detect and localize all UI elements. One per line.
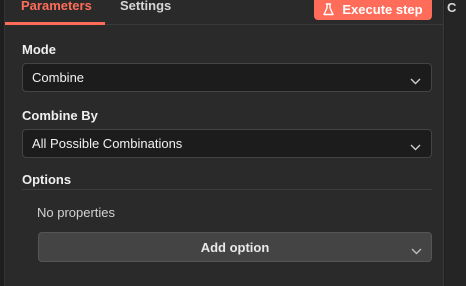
mode-select-value: Combine: [32, 70, 85, 85]
combine-by-select[interactable]: All Possible Combinations: [22, 129, 432, 158]
chevron-down-icon: [410, 73, 421, 88]
tab-settings[interactable]: Settings: [120, 0, 171, 13]
chevron-down-icon: [411, 243, 422, 258]
mode-select[interactable]: Combine: [22, 63, 432, 92]
tab-bar: Parameters Settings Execute step: [5, 0, 443, 25]
add-option-label: Add option: [200, 239, 270, 255]
options-divider: [22, 189, 432, 190]
active-tab-indicator: [5, 22, 105, 25]
combine-by-select-value: All Possible Combinations: [32, 136, 183, 151]
execute-step-label: Execute step: [342, 1, 423, 17]
mode-label: Mode: [22, 42, 56, 57]
parameters-panel: Parameters Settings Execute step Mode Co…: [4, 0, 444, 286]
no-properties-text: No properties: [37, 205, 116, 220]
add-option-button[interactable]: Add option: [38, 232, 432, 262]
adjacent-panel-edge: C: [445, 0, 466, 286]
combine-by-label: Combine By: [22, 108, 98, 123]
flask-icon: [323, 2, 335, 16]
tab-parameters[interactable]: Parameters: [21, 0, 92, 13]
adjacent-panel-glyph: C: [447, 0, 457, 15]
options-label: Options: [22, 172, 72, 187]
chevron-down-icon: [410, 139, 421, 154]
execute-step-button[interactable]: Execute step: [314, 0, 432, 20]
